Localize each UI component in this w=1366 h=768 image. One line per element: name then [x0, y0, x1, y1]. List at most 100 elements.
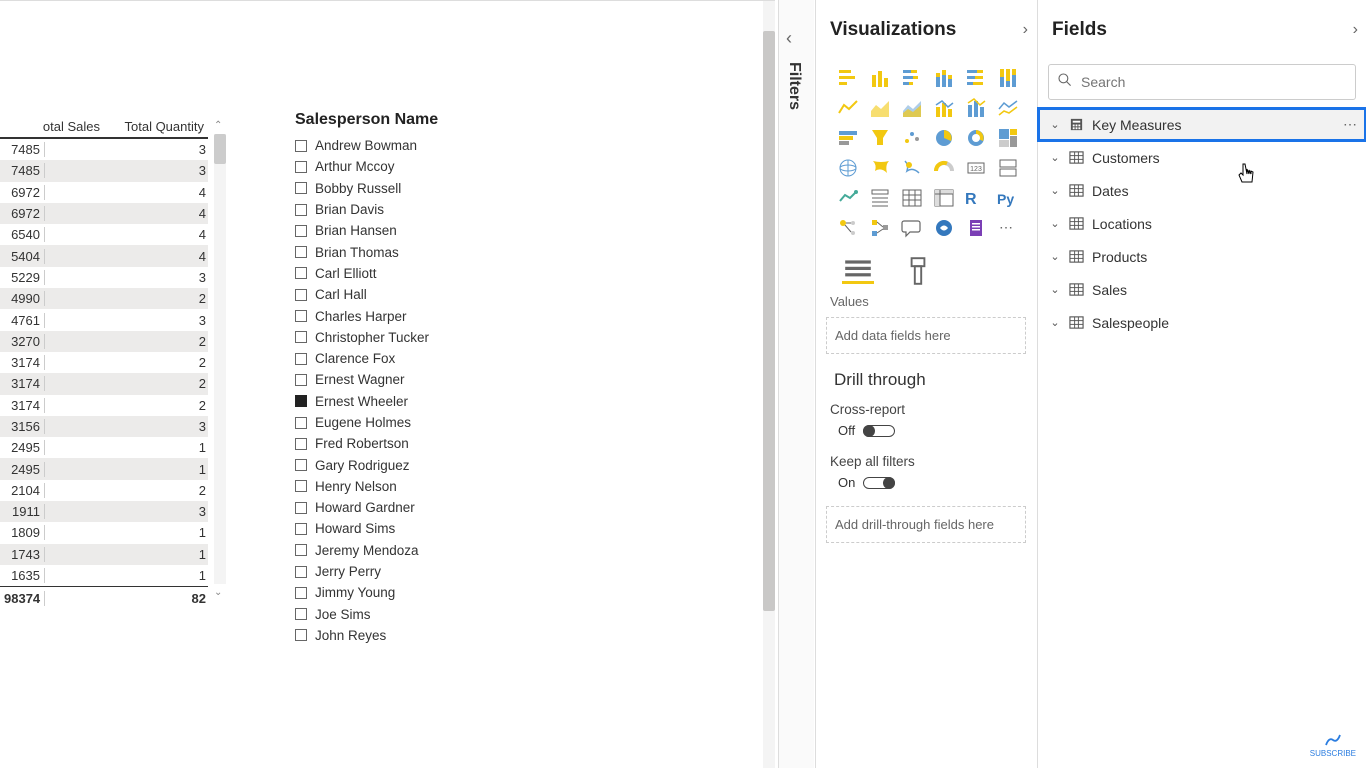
drill-through-well[interactable]: Add drill-through fields here: [826, 506, 1026, 543]
slicer-item[interactable]: Carl Elliott: [295, 263, 575, 284]
chevron-down-icon[interactable]: ⌄: [1044, 151, 1066, 164]
slicer-item[interactable]: Howard Gardner: [295, 497, 575, 518]
col-total-quantity[interactable]: Total Quantity: [104, 114, 208, 137]
filled-map-icon[interactable]: [866, 154, 894, 182]
expand-filters-icon[interactable]: ‹: [786, 28, 792, 49]
table-row[interactable]: 52293: [0, 267, 208, 288]
card-icon[interactable]: 123: [962, 154, 990, 182]
area-icon[interactable]: [866, 94, 894, 122]
field-table-key-measures[interactable]: ⌄Key Measures⋯: [1038, 108, 1366, 141]
100-column-icon[interactable]: [994, 64, 1022, 92]
table-row[interactable]: 21042: [0, 480, 208, 501]
format-tab-icon[interactable]: [902, 258, 934, 284]
fields-tab-icon[interactable]: [842, 258, 874, 284]
table-row[interactable]: 24951: [0, 437, 208, 458]
scroll-down-icon[interactable]: ⌄: [214, 587, 222, 598]
slicer-item[interactable]: Arthur Mccoy: [295, 156, 575, 177]
values-well[interactable]: Add data fields here: [826, 317, 1026, 354]
collapse-fields-icon[interactable]: ›: [1353, 21, 1358, 39]
qa-icon[interactable]: [898, 214, 926, 242]
table-scrollbar[interactable]: ⌃ ⌄: [214, 134, 226, 584]
table-row[interactable]: 19113: [0, 501, 208, 522]
table-row[interactable]: 31742: [0, 373, 208, 394]
line-icon[interactable]: [834, 94, 862, 122]
canvas-scrollbar[interactable]: [763, 1, 775, 768]
table-row[interactable]: 17431: [0, 544, 208, 565]
table-row[interactable]: 65404: [0, 224, 208, 245]
table-row[interactable]: 69724: [0, 203, 208, 224]
more-visuals-icon[interactable]: ⋯: [994, 214, 1022, 242]
checkbox-icon[interactable]: [295, 438, 307, 450]
checkbox-icon[interactable]: [295, 417, 307, 429]
slicer-item[interactable]: Gary Rodriguez: [295, 454, 575, 475]
slicer-item[interactable]: Howard Sims: [295, 518, 575, 539]
slicer-item[interactable]: Henry Nelson: [295, 476, 575, 497]
slicer-item[interactable]: Fred Robertson: [295, 433, 575, 454]
checkbox-icon[interactable]: [295, 161, 307, 173]
chevron-down-icon[interactable]: ⌄: [1044, 217, 1066, 230]
slicer-item[interactable]: Clarence Fox: [295, 348, 575, 369]
table-visual[interactable]: otal Sales Total Quantity 74853748536972…: [0, 114, 208, 606]
field-table-dates[interactable]: ⌄Dates: [1038, 174, 1366, 207]
report-canvas[interactable]: otal Sales Total Quantity 74853748536972…: [0, 0, 775, 768]
slicer-visual[interactable]: Salesperson Name Andrew BowmanArthur Mcc…: [295, 111, 575, 646]
pie-icon[interactable]: [930, 124, 958, 152]
treemap-icon[interactable]: [994, 124, 1022, 152]
smart-narrative-icon[interactable]: [930, 214, 958, 242]
table-row[interactable]: 18091: [0, 522, 208, 543]
slicer-item[interactable]: Brian Thomas: [295, 241, 575, 262]
table-row[interactable]: 31742: [0, 395, 208, 416]
checkbox-icon[interactable]: [295, 523, 307, 535]
clustered-column-icon[interactable]: [930, 64, 958, 92]
table-row[interactable]: 24951: [0, 458, 208, 479]
table-row[interactable]: 47613: [0, 309, 208, 330]
line-column-stacked-icon[interactable]: [962, 94, 990, 122]
chevron-down-icon[interactable]: ⌄: [1044, 118, 1066, 131]
shape-map-icon[interactable]: [898, 154, 926, 182]
checkbox-icon[interactable]: [295, 204, 307, 216]
slicer-item[interactable]: Eugene Holmes: [295, 412, 575, 433]
checkbox-icon[interactable]: [295, 331, 307, 343]
scroll-up-icon[interactable]: ⌃: [214, 120, 222, 131]
stacked-area-icon[interactable]: [898, 94, 926, 122]
checkbox-icon[interactable]: [295, 544, 307, 556]
gauge-icon[interactable]: [930, 154, 958, 182]
slicer-item[interactable]: Bobby Russell: [295, 178, 575, 199]
slicer-item[interactable]: Joe Sims: [295, 604, 575, 625]
ribbon-icon[interactable]: [994, 94, 1022, 122]
checkbox-icon[interactable]: [295, 140, 307, 152]
map-icon[interactable]: [834, 154, 862, 182]
chevron-down-icon[interactable]: ⌄: [1044, 316, 1066, 329]
checkbox-icon[interactable]: [295, 267, 307, 279]
slicer-item[interactable]: Ernest Wheeler: [295, 391, 575, 412]
collapse-viz-icon[interactable]: ›: [1023, 21, 1028, 39]
slicer-item[interactable]: Brian Davis: [295, 199, 575, 220]
checkbox-icon[interactable]: [295, 502, 307, 514]
waterfall-icon[interactable]: [834, 124, 862, 152]
col-total-sales[interactable]: otal Sales: [0, 114, 104, 137]
checkbox-icon[interactable]: [295, 225, 307, 237]
checkbox-icon[interactable]: [295, 587, 307, 599]
field-table-products[interactable]: ⌄Products: [1038, 240, 1366, 273]
slicer-item[interactable]: Ernest Wagner: [295, 369, 575, 390]
multi-card-icon[interactable]: [994, 154, 1022, 182]
slicer-item[interactable]: Brian Hansen: [295, 220, 575, 241]
slicer-item[interactable]: Charles Harper: [295, 305, 575, 326]
slicer-item[interactable]: Jerry Perry: [295, 561, 575, 582]
slicer-item[interactable]: Jimmy Young: [295, 582, 575, 603]
stacked-column-icon[interactable]: [866, 64, 894, 92]
filters-pane-collapsed[interactable]: ‹ Filters: [778, 0, 814, 768]
kpi-icon[interactable]: [834, 184, 862, 212]
scatter-icon[interactable]: [898, 124, 926, 152]
matrix-icon[interactable]: [930, 184, 958, 212]
slicer-item[interactable]: Carl Hall: [295, 284, 575, 305]
checkbox-icon[interactable]: [295, 480, 307, 492]
r-visual-icon[interactable]: R: [962, 184, 990, 212]
fields-search[interactable]: [1048, 64, 1356, 100]
chevron-down-icon[interactable]: ⌄: [1044, 283, 1066, 296]
more-icon[interactable]: ⋯: [1343, 116, 1360, 133]
key-influencers-icon[interactable]: [834, 214, 862, 242]
checkbox-icon[interactable]: [295, 459, 307, 471]
checkbox-icon[interactable]: [295, 566, 307, 578]
table-row[interactable]: 49902: [0, 288, 208, 309]
